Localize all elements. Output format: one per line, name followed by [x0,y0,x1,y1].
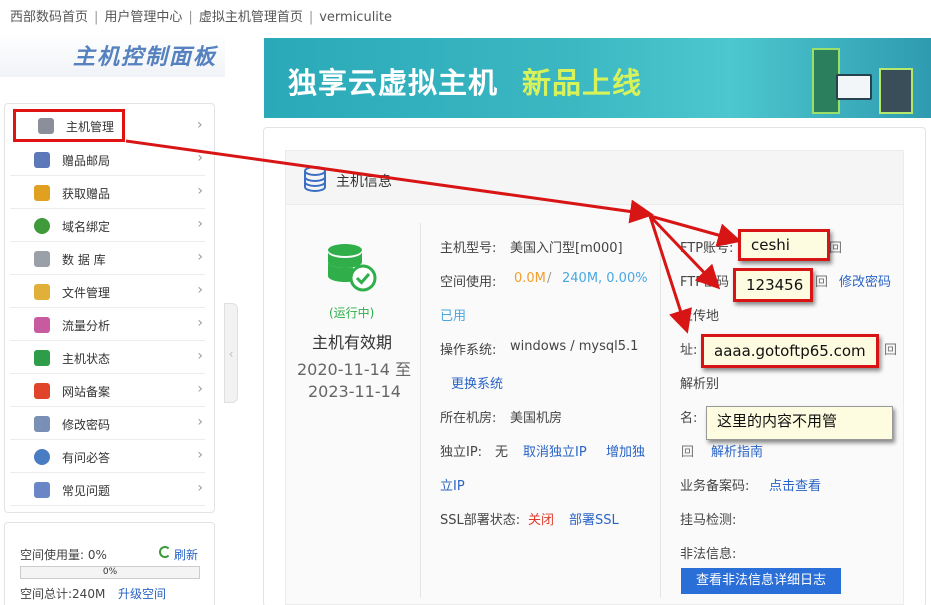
annotation-ftp-password: 123456 [733,268,813,302]
annotation-ftp-account: ceshi [738,229,830,261]
annotation-upload-address: aaaa.gotoftp65.com [701,334,879,368]
annotation-ignore-note: 这里的内容不用管 [706,406,893,440]
annotation-arrows [125,139,742,334]
annotation-arrow [125,139,654,224]
annotation-arrow-group [125,139,742,334]
